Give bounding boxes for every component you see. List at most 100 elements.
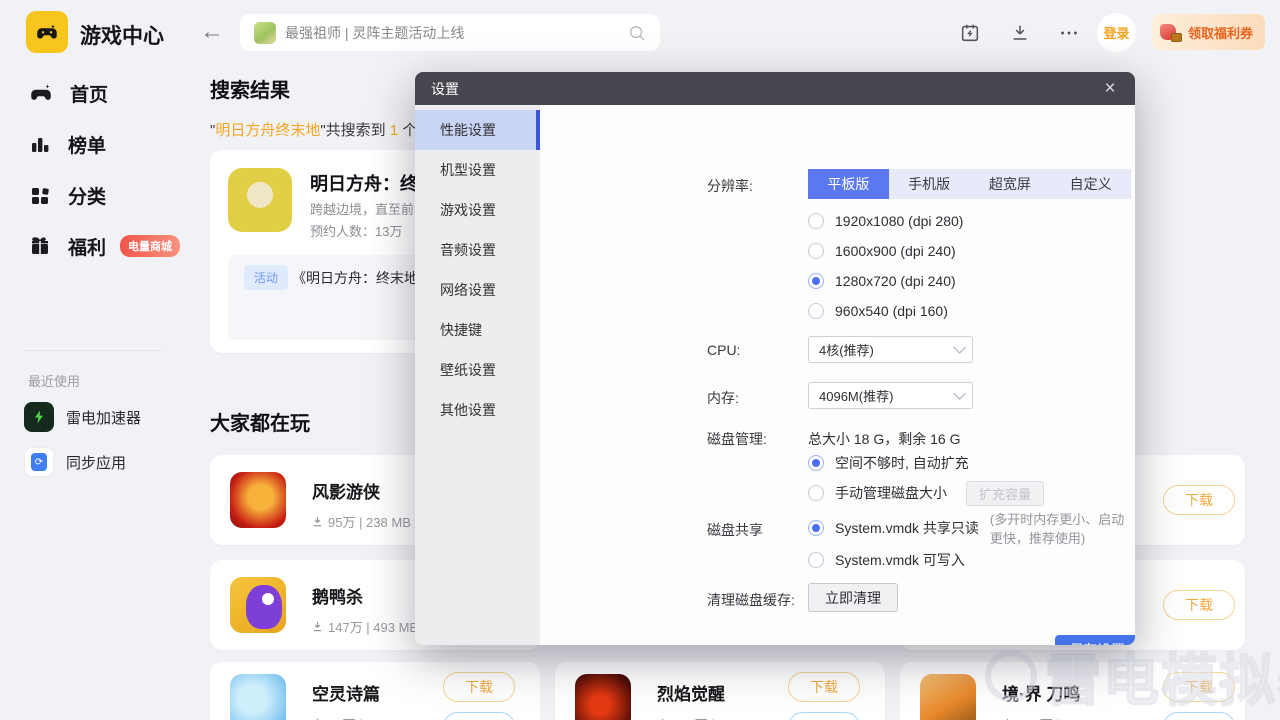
search-icon[interactable] [628, 24, 646, 42]
bar-chart-icon [28, 132, 52, 156]
disk-manual-option[interactable]: 手动管理磁盘大小扩充容量 [808, 482, 1044, 504]
featured-game-icon [228, 168, 292, 232]
search-placeholder-text: 最强祖师 | 灵阵主题活动上线 [285, 23, 619, 43]
radio-icon-selected [808, 520, 824, 536]
sidebar-item-rankings[interactable]: 榜单 [28, 129, 106, 159]
more-menu-icon[interactable] [1056, 20, 1082, 46]
back-button[interactable] [200, 18, 224, 46]
download-button[interactable]: 下载 [1163, 590, 1235, 620]
sync-app-icon: ⟳ [24, 447, 54, 477]
game-card[interactable]: 空灵诗篇 29万 | 2.0 GB 下载 云玩 [210, 662, 540, 720]
close-icon[interactable]: × [1097, 76, 1123, 102]
cloud-play-button[interactable]: 云玩 [788, 712, 860, 720]
cloud-play-button[interactable]: 云玩 [443, 712, 515, 720]
search-term: 明日方舟终末地 [215, 122, 320, 139]
disk-management-label: 磁盘管理: [707, 429, 767, 449]
disk-share-label: 磁盘共享 [707, 520, 763, 540]
recent-app-ld-booster[interactable]: 雷电加速器 [24, 400, 141, 434]
cpu-label: CPU: [707, 342, 740, 358]
download-button[interactable]: 下载 [1163, 485, 1235, 515]
download-button[interactable]: 下载 [788, 672, 860, 702]
radio-icon [808, 485, 824, 501]
claim-coupon-button[interactable]: 领取福利券 [1152, 14, 1265, 50]
gamepad-icon [28, 80, 54, 106]
download-button[interactable]: 下载 [1163, 672, 1235, 702]
cloud-play-button[interactable]: 云玩 [1163, 712, 1235, 720]
activity-text: 《明日方舟：终末地》 [292, 268, 432, 288]
sidebar-item-welfare[interactable]: 福利 电量商城 [28, 231, 180, 261]
download-button[interactable]: 下载 [443, 672, 515, 702]
featured-game-reserve-count: 预约人数：13万 [310, 221, 402, 240]
search-bar[interactable]: 最强祖师 | 灵阵主题活动上线 [240, 14, 660, 51]
downloads-icon [312, 621, 323, 632]
recent-used-label: 最近使用 [28, 371, 80, 390]
menu-item-hotkeys[interactable]: 快捷键 [415, 310, 540, 350]
tab-tablet[interactable]: 平板版 [808, 169, 889, 199]
menu-item-other[interactable]: 其他设置 [415, 390, 540, 430]
search-game-avatar [254, 22, 276, 44]
downloads-icon [312, 516, 323, 527]
booster-app-icon [24, 402, 54, 432]
expand-capacity-button[interactable]: 扩充容量 [966, 481, 1044, 506]
menu-item-performance[interactable]: 性能设置 [415, 110, 540, 150]
tab-phone[interactable]: 手机版 [889, 169, 970, 199]
dialog-titlebar: 设置 × [415, 72, 1135, 105]
resolution-tabs: 平板版 手机版 超宽屏 自定义 [808, 169, 1131, 199]
page-title: 游戏中心 [80, 20, 164, 50]
sidebar-divider [24, 350, 162, 351]
app-logo [26, 11, 68, 53]
menu-item-wallpaper[interactable]: 壁纸设置 [415, 350, 540, 390]
resolution-option-960[interactable]: 960x540 (dpi 160) [808, 300, 948, 322]
memory-select[interactable]: 4096M(推荐) [808, 382, 973, 409]
radio-icon [808, 213, 824, 229]
sidebar-item-categories[interactable]: 分类 [28, 180, 106, 210]
radio-icon [808, 243, 824, 259]
clean-now-button[interactable]: 立即清理 [808, 583, 898, 612]
settings-dialog: 设置 × 性能设置 机型设置 游戏设置 音频设置 网络设置 快捷键 壁纸设置 其… [415, 72, 1135, 645]
tab-custom[interactable]: 自定义 [1050, 169, 1131, 199]
sidebar-item-home[interactable]: 首页 [28, 78, 108, 108]
vmdk-readonly-option[interactable]: System.vmdk 共享只读(多开时内存更小、启动更快，推荐使用) [808, 517, 1135, 539]
radio-icon [808, 303, 824, 319]
chevron-down-icon [953, 341, 966, 354]
settings-content: 分辨率: 平板版 手机版 超宽屏 自定义 1920x1080 (dpi 280)… [540, 105, 1135, 645]
memory-label: 内存: [707, 388, 739, 408]
clean-cache-label: 清理磁盘缓存: [707, 590, 795, 610]
activity-badge: 活动 [244, 265, 288, 290]
multi-instance-icon[interactable] [957, 20, 983, 46]
vmdk-writable-option[interactable]: System.vmdk 可写入 [808, 549, 965, 571]
gift-icon [28, 234, 52, 258]
recent-app-sync[interactable]: ⟳ 同步应用 [24, 445, 126, 479]
search-results-heading: 搜索结果 [210, 74, 290, 103]
gift-lock-icon [1160, 22, 1182, 42]
menu-item-network[interactable]: 网络设置 [415, 270, 540, 310]
radio-icon [808, 552, 824, 568]
chevron-down-icon [953, 387, 966, 400]
resolution-option-1920[interactable]: 1920x1080 (dpi 280) [808, 210, 963, 232]
dialog-title: 设置 [431, 79, 459, 99]
resolution-option-1280[interactable]: 1280x720 (dpi 240) [808, 270, 956, 292]
radio-icon-selected [808, 273, 824, 289]
resolution-option-1600[interactable]: 1600x900 (dpi 240) [808, 240, 956, 262]
cpu-select[interactable]: 4核(推荐) [808, 336, 973, 363]
tab-ultrawide[interactable]: 超宽屏 [970, 169, 1051, 199]
disk-size-summary: 总大小 18 G，剩余 16 G [808, 429, 960, 449]
grid-icon [28, 183, 52, 207]
game-icon [230, 577, 286, 633]
game-card[interactable]: 烈焰觉醒 668万 | 252 MB 下载 云玩 [555, 662, 885, 720]
menu-item-audio[interactable]: 音频设置 [415, 230, 540, 270]
game-icon [230, 674, 286, 720]
download-manager-icon[interactable] [1007, 20, 1033, 46]
settings-menu: 性能设置 机型设置 游戏设置 音频设置 网络设置 快捷键 壁纸设置 其他设置 [415, 105, 540, 645]
login-button[interactable]: 登录 [1097, 13, 1136, 52]
radio-icon-selected [808, 455, 824, 471]
resolution-label: 分辨率: [707, 176, 753, 196]
save-settings-button[interactable]: 保存设置 [1055, 635, 1135, 645]
disk-auto-expand-option[interactable]: 空间不够时, 自动扩充 [808, 452, 969, 474]
welfare-mall-badge: 电量商城 [120, 235, 180, 257]
search-count: 1 [390, 122, 398, 139]
game-card[interactable]: 境·界 刀鸣 337万 | 1.8 GB 下载 云玩 [900, 662, 1245, 720]
playing-heading: 大家都在玩 [210, 407, 310, 436]
menu-item-device[interactable]: 机型设置 [415, 150, 540, 190]
menu-item-game[interactable]: 游戏设置 [415, 190, 540, 230]
